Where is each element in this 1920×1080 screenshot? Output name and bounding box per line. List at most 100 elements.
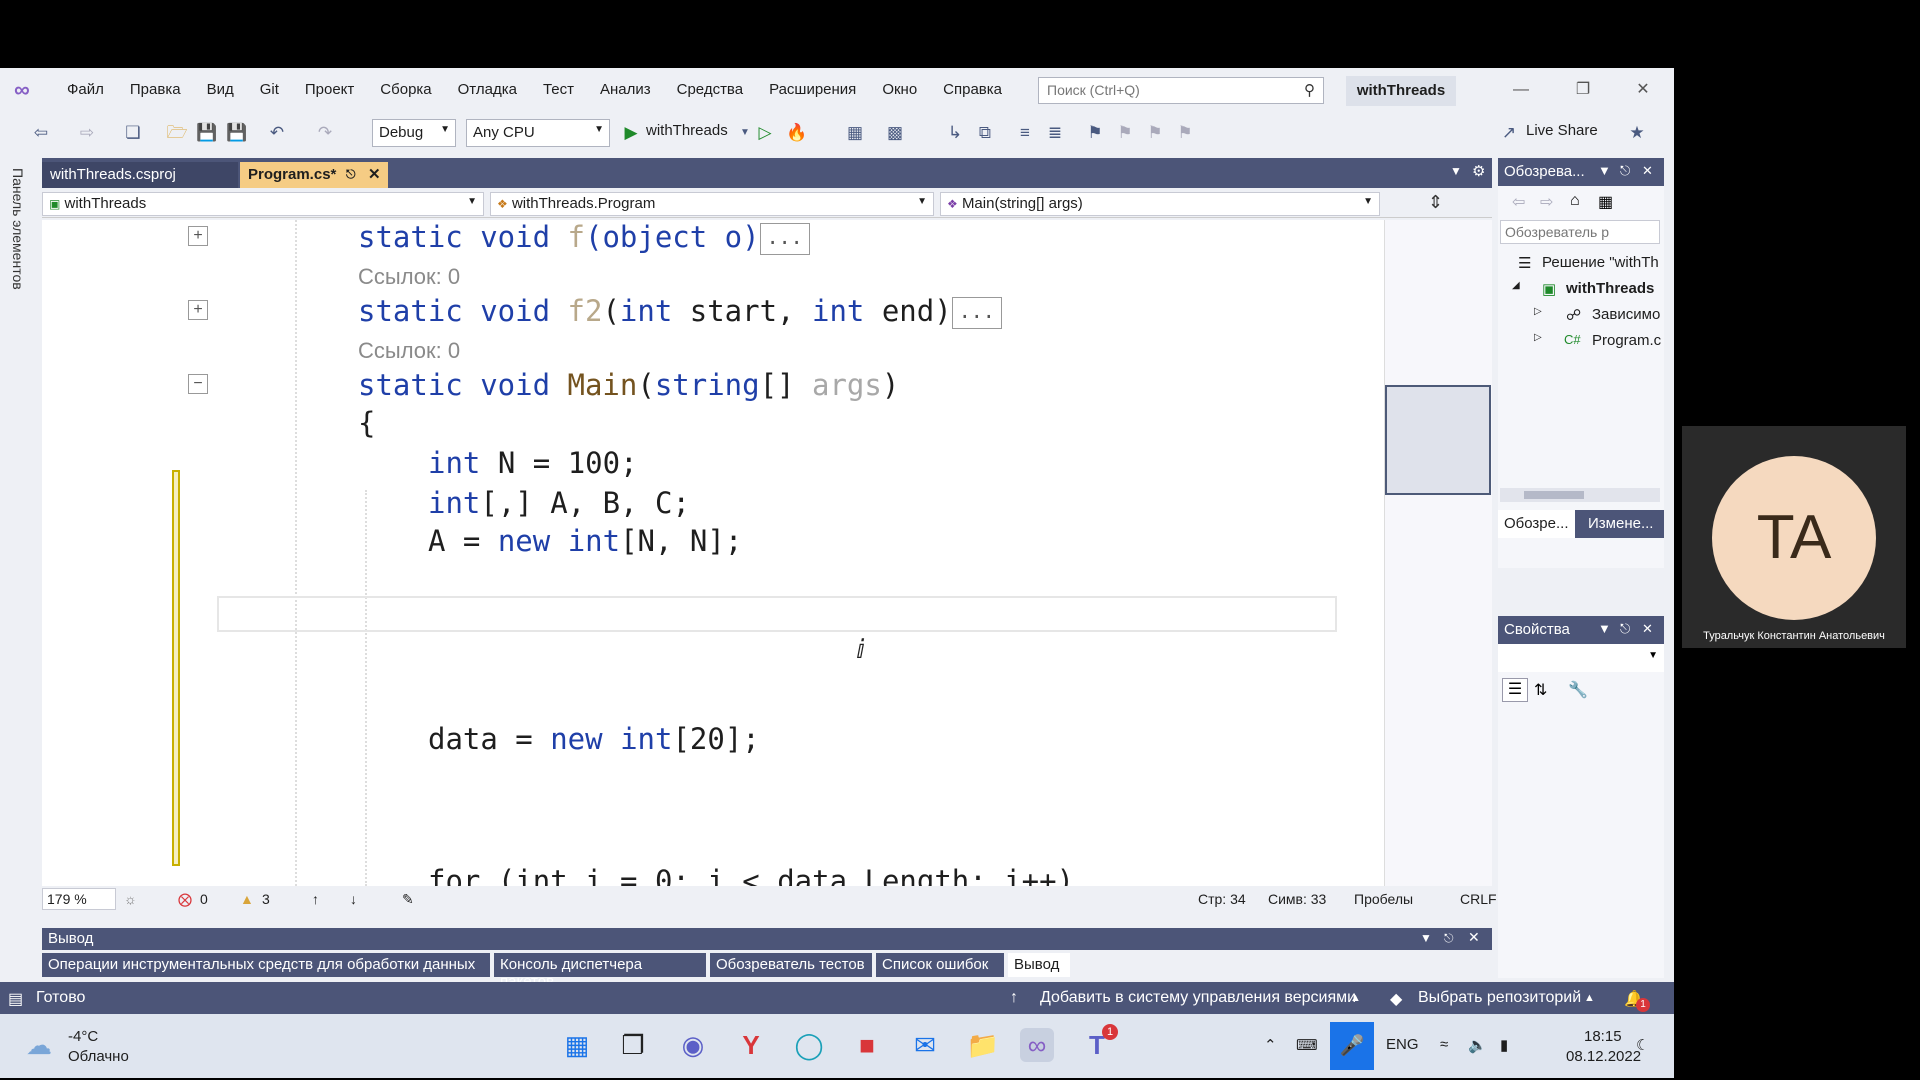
input-language[interactable]: ENG: [1386, 1036, 1419, 1053]
code-cleanup-icon[interactable]: ☼: [124, 891, 137, 907]
layout-icon[interactable]: ▩: [884, 122, 906, 144]
edge-browser-icon[interactable]: ◯: [792, 1028, 826, 1062]
chevron-down-icon[interactable]: ▼: [1598, 163, 1611, 178]
redo-icon[interactable]: ↷: [314, 122, 336, 144]
reference-count[interactable]: Ссылок: 0: [358, 264, 460, 290]
minimap-viewport[interactable]: [1385, 385, 1491, 495]
chevron-up-icon[interactable]: ⌃: [1264, 1036, 1277, 1054]
weather-cloud-icon[interactable]: ☁: [22, 1028, 56, 1062]
horizontal-scrollbar[interactable]: [1500, 488, 1660, 502]
close-panel-icon[interactable]: ✕: [1642, 163, 1653, 179]
chevron-up-icon[interactable]: ▲: [1350, 992, 1361, 1004]
whitespace-indicator[interactable]: Пробелы: [1354, 891, 1413, 907]
weather-temperature[interactable]: -4°C: [68, 1028, 98, 1045]
save-icon[interactable]: 💾: [196, 122, 218, 144]
tab-package-manager[interactable]: Консоль диспетчера пакетов: [494, 953, 706, 990]
tab-data-tools[interactable]: Операции инструментальных средств для об…: [42, 953, 490, 977]
arrow-down-icon[interactable]: ↓: [350, 891, 357, 907]
mail-icon[interactable]: ✉: [908, 1028, 942, 1062]
hot-reload-icon[interactable]: 🔥: [786, 122, 808, 144]
menu-help[interactable]: Справка: [930, 75, 1015, 105]
scrollbar-minimap[interactable]: [1384, 220, 1492, 886]
menu-window[interactable]: Окно: [869, 75, 930, 105]
zoom-select[interactable]: 179 %: [42, 888, 116, 910]
collapse-icon[interactable]: −: [188, 374, 208, 394]
tree-program-file[interactable]: Program.c: [1592, 332, 1662, 349]
line-ending-indicator[interactable]: CRLF: [1460, 891, 1497, 907]
weather-condition[interactable]: Облачно: [68, 1048, 129, 1065]
back-icon[interactable]: ⇦: [30, 122, 52, 144]
microphone-icon[interactable]: 🎤: [1330, 1022, 1374, 1070]
switch-views-icon[interactable]: ▦: [1598, 192, 1613, 212]
restore-button[interactable]: ❐: [1568, 76, 1598, 104]
properties-object-select[interactable]: ▼: [1498, 644, 1664, 672]
bookmark-icon[interactable]: ⚑: [1084, 122, 1106, 144]
menu-git[interactable]: Git: [247, 75, 292, 105]
close-window-button[interactable]: ✕: [1628, 76, 1658, 104]
tab-git-changes[interactable]: Измене...: [1582, 510, 1659, 538]
chevron-down-icon[interactable]: ▼: [1420, 931, 1432, 945]
clock-date[interactable]: 08.12.2022: [1566, 1048, 1641, 1065]
visual-studio-taskbar-icon[interactable]: ∞: [1020, 1028, 1054, 1062]
chevron-up-icon[interactable]: ▲: [1584, 992, 1595, 1004]
home-icon[interactable]: ⌂: [1570, 192, 1580, 210]
menu-edit[interactable]: Правка: [117, 75, 194, 105]
column-indicator[interactable]: Симв: 33: [1268, 891, 1326, 907]
volume-icon[interactable]: 🔈: [1468, 1036, 1487, 1054]
tree-project[interactable]: withThreads: [1566, 280, 1654, 297]
back-icon[interactable]: ⇦: [1512, 192, 1525, 212]
clock-time[interactable]: 18:15: [1584, 1028, 1622, 1045]
save-all-icon[interactable]: 💾: [226, 122, 248, 144]
collapsed-icon[interactable]: ▷: [1534, 332, 1542, 343]
live-share-icon[interactable]: ↗: [1498, 122, 1520, 144]
menu-extensions[interactable]: Расширения: [756, 75, 869, 105]
brush-icon[interactable]: ✎: [402, 891, 414, 908]
toolbox-tab[interactable]: Панель элементов: [10, 168, 26, 290]
task-view-icon[interactable]: ❐: [616, 1028, 650, 1062]
battery-icon[interactable]: ▮: [1500, 1036, 1508, 1054]
tab-program-cs[interactable]: Program.cs* ⎋ ✕: [240, 162, 388, 188]
open-folder-icon[interactable]: 🗁: [166, 122, 188, 144]
type-dropdown[interactable]: ❖ withThreads.Program ▼: [490, 192, 934, 216]
line-indicator[interactable]: Стр: 34: [1198, 891, 1246, 907]
pin-icon[interactable]: ⎋: [1444, 931, 1454, 946]
menu-test[interactable]: Тест: [530, 75, 587, 105]
close-panel-icon[interactable]: ✕: [1642, 621, 1653, 637]
warning-icon[interactable]: ▲: [240, 891, 254, 907]
forward-icon[interactable]: ⇨: [76, 122, 98, 144]
search-input[interactable]: Поиск (Ctrl+Q) ⚲: [1038, 77, 1324, 104]
step-icon[interactable]: ↳: [944, 122, 966, 144]
solution-search-input[interactable]: Обозреватель р: [1500, 220, 1660, 244]
expand-icon[interactable]: +: [188, 226, 208, 246]
start-debug-icon[interactable]: ▶: [620, 122, 642, 144]
pin-icon[interactable]: ⎋: [1620, 163, 1630, 179]
focus-assist-icon[interactable]: ☾: [1636, 1036, 1649, 1054]
pin-icon[interactable]: ⎋: [1620, 621, 1630, 637]
forward-icon[interactable]: ⇨: [1540, 192, 1553, 212]
bookmark-prev-icon[interactable]: ⚑: [1114, 122, 1136, 144]
yandex-browser-icon[interactable]: Y: [734, 1028, 768, 1062]
tab-solution-explorer[interactable]: Обозре...: [1498, 510, 1575, 538]
chat-icon[interactable]: ◉: [676, 1028, 710, 1062]
platform-select[interactable]: Any CPU ▼: [466, 119, 610, 147]
undo-icon[interactable]: ↶: [266, 122, 288, 144]
tab-list-chevron-icon[interactable]: ▼: [1450, 164, 1462, 178]
collapsed-region[interactable]: ...: [951, 297, 1002, 329]
split-editor-icon[interactable]: ⇕: [1428, 192, 1443, 213]
property-pages-icon[interactable]: 🔧: [1568, 680, 1588, 700]
output-window-icon[interactable]: ▤: [8, 989, 23, 1009]
configuration-select[interactable]: Debug ▼: [372, 119, 456, 147]
feedback-icon[interactable]: ★: [1626, 122, 1648, 144]
warning-count[interactable]: 3: [262, 891, 270, 907]
menu-file[interactable]: Файл: [54, 75, 117, 105]
chevron-down-icon[interactable]: ▼: [734, 122, 756, 144]
reference-count[interactable]: Ссылок: 0: [358, 338, 460, 364]
project-dropdown[interactable]: ▣ withThreads ▼: [42, 192, 484, 216]
menu-view[interactable]: Вид: [194, 75, 247, 105]
keyboard-icon[interactable]: ⌨: [1296, 1036, 1318, 1054]
minimize-button[interactable]: —: [1506, 76, 1536, 104]
close-panel-icon[interactable]: ✕: [1468, 929, 1480, 946]
settings-gear-icon[interactable]: ⚙: [1472, 162, 1485, 180]
collapsed-icon[interactable]: ▷: [1534, 306, 1542, 317]
menu-analyze[interactable]: Анализ: [587, 75, 664, 105]
